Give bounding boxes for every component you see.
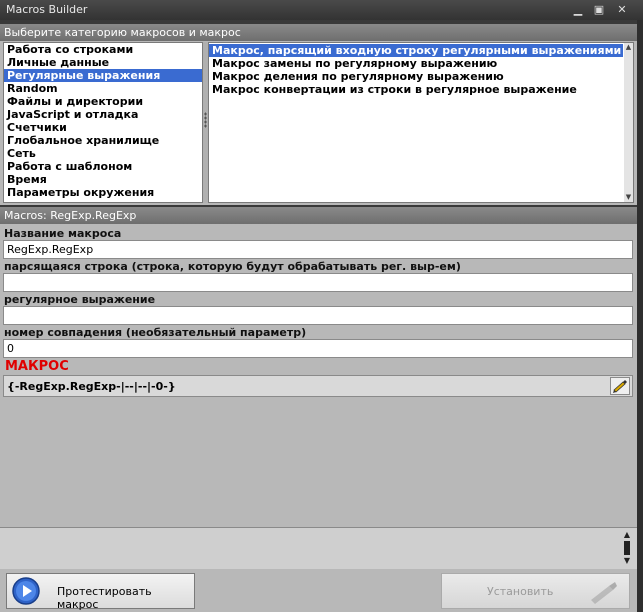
minimize-button[interactable]: ▁ (570, 2, 586, 18)
regex-input[interactable] (3, 306, 633, 325)
category-item[interactable]: Счетчики (4, 121, 202, 134)
category-list[interactable]: Работа со строками Личные данные Регулярны… (3, 42, 203, 203)
macro-item[interactable]: Макрос замены по регулярному выражению (209, 57, 623, 70)
macro-item[interactable]: Макрос конвертации из строки в регулярно… (209, 83, 623, 96)
category-item[interactable]: Сеть (4, 147, 202, 160)
install-button[interactable]: Установить (441, 573, 630, 609)
category-item[interactable]: Глобальное хранилище (4, 134, 202, 147)
play-icon (12, 577, 40, 605)
macro-header: Macros: RegExp.RegExp (0, 207, 637, 224)
window-title: Macros Builder (6, 3, 88, 16)
match-number-input[interactable] (3, 339, 633, 358)
category-item[interactable]: Регулярные выражения (4, 69, 202, 82)
install-label: Установить (487, 585, 554, 598)
match-number-label: номер совпадения (необязательный парамет… (4, 326, 307, 339)
macro-item[interactable]: Макрос деления по регулярному выражению (209, 70, 623, 83)
category-item[interactable]: Работа с шаблоном (4, 160, 202, 173)
category-item[interactable]: Random (4, 82, 202, 95)
input-string-label: парсящаяся строка (строка, которую будут… (4, 260, 461, 273)
window-titlebar: Macros Builder ▁ ▣ ✕ (0, 0, 643, 20)
scroll-down-icon[interactable]: ▼ (621, 556, 633, 566)
test-macro-label: Протестировать макрос (57, 585, 152, 611)
scroll-up-icon[interactable]: ▲ (621, 530, 633, 540)
macro-item[interactable]: Макрос, парсящий входную строку регулярн… (209, 44, 623, 57)
maximize-button[interactable]: ▣ (591, 2, 607, 18)
output-area[interactable]: ▲ ▼ (0, 527, 637, 569)
scroll-up-icon[interactable]: ▲ (624, 43, 633, 52)
macro-result-text: {-RegExp.RegExp-|--|--|-0-} (7, 380, 176, 393)
macro-list-scrollbar[interactable]: ▲ ▼ (624, 43, 633, 202)
categories-header: Выберите категорию макросов и макрос (0, 24, 637, 41)
close-button[interactable]: ✕ (614, 2, 630, 18)
category-item[interactable]: JavaScript и отладка (4, 108, 202, 121)
category-item[interactable]: Работа со строками (4, 43, 202, 56)
input-string-input[interactable] (3, 273, 633, 292)
macro-result-box: {-RegExp.RegExp-|--|--|-0-} (3, 375, 633, 397)
macro-name-input[interactable] (3, 240, 633, 259)
edit-macro-button[interactable] (610, 377, 630, 395)
regex-label: регулярное выражение (4, 293, 156, 306)
category-item[interactable]: Файлы и директории (4, 95, 202, 108)
background-strip (637, 20, 643, 612)
test-macro-button[interactable]: Протестировать макрос (6, 573, 195, 611)
category-item[interactable]: Время (4, 173, 202, 186)
macro-name-label: Название макроса (4, 227, 122, 240)
category-item[interactable]: Личные данные (4, 56, 202, 69)
footer: Протестировать макрос Установить (0, 569, 637, 612)
category-item[interactable]: Параметры окружения (4, 186, 202, 199)
scroll-thumb[interactable] (624, 541, 630, 555)
macro-result-label: МАКРОС (5, 359, 69, 374)
pencil-icon (613, 380, 627, 393)
install-icon (591, 582, 617, 604)
macro-list[interactable]: Макрос, парсящий входную строку регулярн… (208, 42, 634, 203)
output-scrollbar[interactable]: ▲ ▼ (621, 530, 633, 566)
scroll-down-icon[interactable]: ▼ (624, 193, 633, 202)
